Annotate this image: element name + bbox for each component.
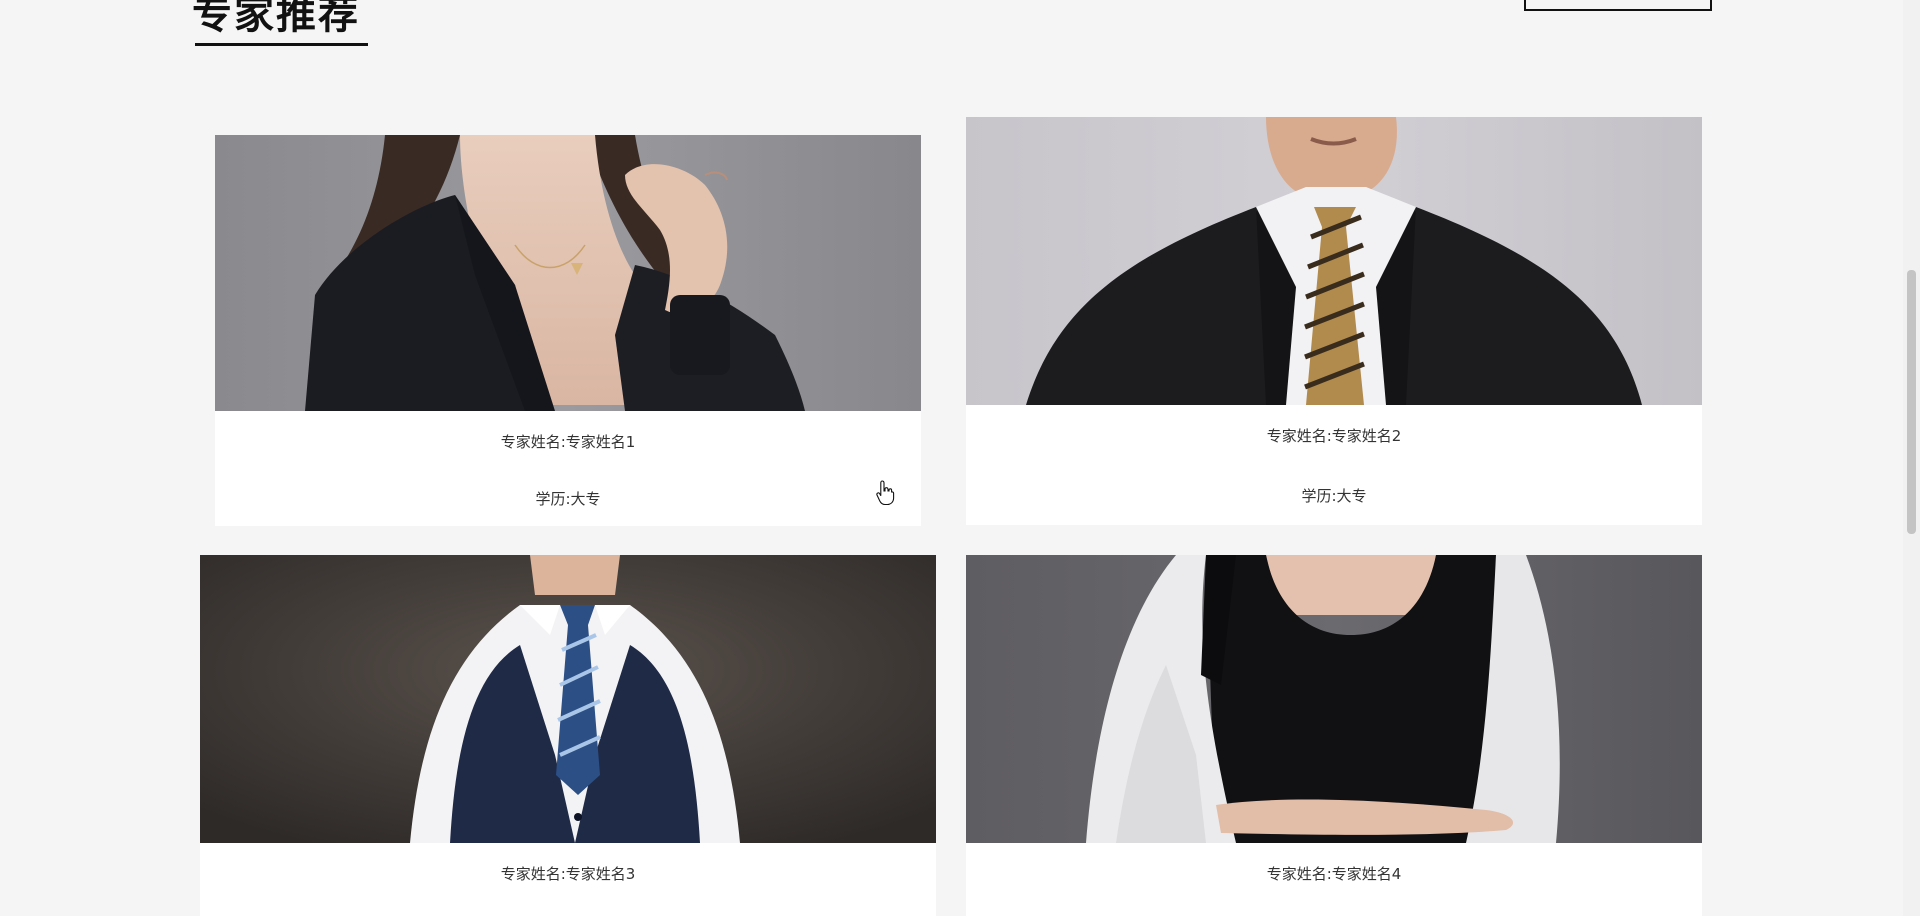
expert-photo-1[interactable] <box>215 135 921 411</box>
man-suit-striped-tie-photo <box>966 117 1702 405</box>
vertical-scrollbar[interactable] <box>1903 0 1920 916</box>
expert-card-2[interactable]: 专家姓名:专家姓名2 学历:大专 <box>966 117 1702 525</box>
woman-white-jacket-photo <box>966 555 1702 843</box>
expert-card-1[interactable]: 专家姓名:专家姓名1 学历:大专 <box>215 135 921 526</box>
expert-photo-3[interactable] <box>200 555 936 843</box>
expert-photo-4[interactable] <box>966 555 1702 843</box>
name-value: 专家姓名1 <box>565 433 636 451</box>
title-underline <box>195 43 368 46</box>
name-label: 专家姓名: <box>500 433 566 451</box>
expert-photo-2[interactable] <box>966 117 1702 405</box>
expert-education-1: 学历:大专 <box>215 488 921 509</box>
name-label: 专家姓名: <box>500 865 566 883</box>
education-label: 学历: <box>535 490 571 508</box>
woman-dark-blazer-photo <box>215 135 921 411</box>
expert-recommendation-page: 专家推荐 专家姓名:专家姓名1 学历:大专 专家姓名:专家姓名2 学历:大专 专… <box>0 0 1920 916</box>
scrollbar-thumb[interactable] <box>1907 270 1916 534</box>
education-value: 大专 <box>1336 487 1367 505</box>
education-label: 学历: <box>1301 487 1337 505</box>
name-label: 专家姓名: <box>1266 865 1332 883</box>
expert-name-2: 专家姓名:专家姓名2 <box>966 425 1702 446</box>
expert-card-3[interactable]: 专家姓名:专家姓名3 <box>200 555 936 916</box>
name-value: 专家姓名2 <box>1331 427 1402 445</box>
name-value: 专家姓名4 <box>1331 865 1402 883</box>
section-title: 专家推荐 <box>192 0 360 38</box>
expert-education-2: 学历:大专 <box>966 485 1702 506</box>
expert-name-3: 专家姓名:专家姓名3 <box>200 863 936 884</box>
name-value: 专家姓名3 <box>565 865 636 883</box>
education-value: 大专 <box>570 490 601 508</box>
name-label: 专家姓名: <box>1266 427 1332 445</box>
expert-name-1: 专家姓名:专家姓名1 <box>215 431 921 452</box>
expert-name-4: 专家姓名:专家姓名4 <box>966 863 1702 884</box>
man-navy-vest-photo <box>200 555 936 843</box>
expert-card-4[interactable]: 专家姓名:专家姓名4 <box>966 555 1702 916</box>
more-button[interactable] <box>1524 0 1712 11</box>
